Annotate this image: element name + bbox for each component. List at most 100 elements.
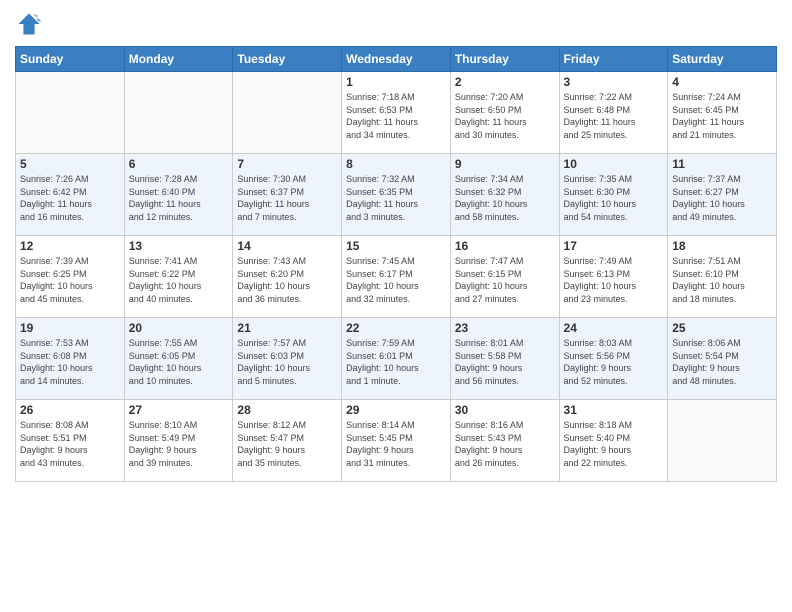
calendar-cell (668, 400, 777, 482)
calendar-cell: 24Sunrise: 8:03 AM Sunset: 5:56 PM Dayli… (559, 318, 668, 400)
day-info: Sunrise: 7:55 AM Sunset: 6:05 PM Dayligh… (129, 337, 229, 387)
weekday-header: Wednesday (342, 47, 451, 72)
calendar-cell: 16 Sunrise: 7:47 AM Sunset: 6:15 PM Dayli… (450, 236, 559, 318)
day-number: 9 (455, 157, 555, 171)
day-info: Sunrise: 7:39 AM Sunset: 6:25 PM Dayligh… (20, 255, 120, 305)
day-number: 31 (564, 403, 664, 417)
day-info: Sunrise: 8:18 AM Sunset: 5:40 PM Dayligh… (564, 419, 664, 469)
day-number: 23 (455, 321, 555, 335)
day-number: 11 (672, 157, 772, 171)
day-info: Sunrise: 7:41 AM Sunset: 6:22 PM Dayligh… (129, 255, 229, 305)
day-number: 30 (455, 403, 555, 417)
calendar-header-row: SundayMondayTuesdayWednesdayThursdayFrid… (16, 47, 777, 72)
day-info: Sunrise: 8:06 AM Sunset: 5:54 PM Dayligh… (672, 337, 772, 387)
calendar-cell: 8 Sunrise: 7:32 AM Sunset: 6:35 PM Daylig… (342, 154, 451, 236)
day-number: 3 (564, 75, 664, 89)
logo-icon (15, 10, 43, 38)
weekday-header: Thursday (450, 47, 559, 72)
day-number: 28 (237, 403, 337, 417)
day-number: 29 (346, 403, 446, 417)
calendar-cell: 31 Sunrise: 8:18 AM Sunset: 5:40 PM Dayli… (559, 400, 668, 482)
calendar-cell: 2 Sunrise: 7:20 AM Sunset: 6:50 PM Daylig… (450, 72, 559, 154)
day-info: Sunrise: 7:47 AM Sunset: 6:15 PM Dayligh… (455, 255, 555, 305)
day-number: 26 (20, 403, 120, 417)
weekday-header: Friday (559, 47, 668, 72)
day-number: 24 (564, 321, 664, 335)
day-number: 7 (237, 157, 337, 171)
calendar-cell (124, 72, 233, 154)
calendar-cell: 15 Sunrise: 7:45 AM Sunset: 6:17 PM Dayli… (342, 236, 451, 318)
calendar-cell (16, 72, 125, 154)
calendar-cell: 25 Sunrise: 8:06 AM Sunset: 5:54 PM Dayli… (668, 318, 777, 400)
calendar-cell: 10 Sunrise: 7:35 AM Sunset: 6:30 PM Dayli… (559, 154, 668, 236)
day-info: Sunrise: 8:01 AM Sunset: 5:58 PM Dayligh… (455, 337, 555, 387)
day-info: Sunrise: 7:35 AM Sunset: 6:30 PM Dayligh… (564, 173, 664, 223)
calendar-cell: 27Sunrise: 8:10 AM Sunset: 5:49 PM Dayli… (124, 400, 233, 482)
day-info: Sunrise: 7:45 AM Sunset: 6:17 PM Dayligh… (346, 255, 446, 305)
day-number: 2 (455, 75, 555, 89)
calendar-cell: 30 Sunrise: 8:16 AM Sunset: 5:43 PM Dayli… (450, 400, 559, 482)
day-info: Sunrise: 7:32 AM Sunset: 6:35 PM Dayligh… (346, 173, 446, 223)
calendar-cell: 7 Sunrise: 7:30 AM Sunset: 6:37 PM Daylig… (233, 154, 342, 236)
calendar-cell: 21Sunrise: 7:57 AM Sunset: 6:03 PM Dayli… (233, 318, 342, 400)
day-info: Sunrise: 8:16 AM Sunset: 5:43 PM Dayligh… (455, 419, 555, 469)
calendar-cell (233, 72, 342, 154)
calendar-cell: 4 Sunrise: 7:24 AM Sunset: 6:45 PM Daylig… (668, 72, 777, 154)
day-number: 4 (672, 75, 772, 89)
day-info: Sunrise: 7:43 AM Sunset: 6:20 PM Dayligh… (237, 255, 337, 305)
day-info: Sunrise: 7:30 AM Sunset: 6:37 PM Dayligh… (237, 173, 337, 223)
day-info: Sunrise: 7:34 AM Sunset: 6:32 PM Dayligh… (455, 173, 555, 223)
day-number: 17 (564, 239, 664, 253)
weekday-header: Sunday (16, 47, 125, 72)
day-info: Sunrise: 7:26 AM Sunset: 6:42 PM Dayligh… (20, 173, 120, 223)
calendar-cell: 5Sunrise: 7:26 AM Sunset: 6:42 PM Daylig… (16, 154, 125, 236)
logo (15, 10, 47, 38)
day-info: Sunrise: 8:12 AM Sunset: 5:47 PM Dayligh… (237, 419, 337, 469)
calendar-cell: 26 Sunrise: 8:08 AM Sunset: 5:51 PM Dayli… (16, 400, 125, 482)
day-number: 19 (20, 321, 120, 335)
calendar-week-row: 1Sunrise: 7:18 AM Sunset: 6:53 PM Daylig… (16, 72, 777, 154)
calendar-cell: 20 Sunrise: 7:55 AM Sunset: 6:05 PM Dayli… (124, 318, 233, 400)
calendar-cell: 11 Sunrise: 7:37 AM Sunset: 6:27 PM Dayli… (668, 154, 777, 236)
calendar-week-row: 12Sunrise: 7:39 AM Sunset: 6:25 PM Dayli… (16, 236, 777, 318)
calendar-week-row: 5Sunrise: 7:26 AM Sunset: 6:42 PM Daylig… (16, 154, 777, 236)
day-number: 22 (346, 321, 446, 335)
calendar-cell: 3 Sunrise: 7:22 AM Sunset: 6:48 PM Daylig… (559, 72, 668, 154)
calendar-cell: 18Sunrise: 7:51 AM Sunset: 6:10 PM Dayli… (668, 236, 777, 318)
day-number: 1 (346, 75, 446, 89)
day-number: 25 (672, 321, 772, 335)
day-info: Sunrise: 7:20 AM Sunset: 6:50 PM Dayligh… (455, 91, 555, 141)
calendar-cell: 12Sunrise: 7:39 AM Sunset: 6:25 PM Dayli… (16, 236, 125, 318)
day-number: 6 (129, 157, 229, 171)
calendar-cell: 29 Sunrise: 8:14 AM Sunset: 5:45 PM Dayli… (342, 400, 451, 482)
calendar-cell: 23 Sunrise: 8:01 AM Sunset: 5:58 PM Dayli… (450, 318, 559, 400)
calendar-cell: 1Sunrise: 7:18 AM Sunset: 6:53 PM Daylig… (342, 72, 451, 154)
calendar-cell: 19 Sunrise: 7:53 AM Sunset: 6:08 PM Dayli… (16, 318, 125, 400)
day-number: 10 (564, 157, 664, 171)
calendar-cell: 14 Sunrise: 7:43 AM Sunset: 6:20 PM Dayli… (233, 236, 342, 318)
day-number: 8 (346, 157, 446, 171)
day-info: Sunrise: 8:08 AM Sunset: 5:51 PM Dayligh… (20, 419, 120, 469)
day-info: Sunrise: 7:22 AM Sunset: 6:48 PM Dayligh… (564, 91, 664, 141)
day-info: Sunrise: 8:10 AM Sunset: 5:49 PM Dayligh… (129, 419, 229, 469)
day-info: Sunrise: 7:59 AM Sunset: 6:01 PM Dayligh… (346, 337, 446, 387)
calendar-cell: 22 Sunrise: 7:59 AM Sunset: 6:01 PM Dayli… (342, 318, 451, 400)
calendar-week-row: 26 Sunrise: 8:08 AM Sunset: 5:51 PM Dayli… (16, 400, 777, 482)
day-info: Sunrise: 8:14 AM Sunset: 5:45 PM Dayligh… (346, 419, 446, 469)
day-number: 13 (129, 239, 229, 253)
day-number: 21 (237, 321, 337, 335)
calendar-cell: 9 Sunrise: 7:34 AM Sunset: 6:32 PM Daylig… (450, 154, 559, 236)
calendar-cell: 17Sunrise: 7:49 AM Sunset: 6:13 PM Dayli… (559, 236, 668, 318)
day-number: 16 (455, 239, 555, 253)
day-info: Sunrise: 7:51 AM Sunset: 6:10 PM Dayligh… (672, 255, 772, 305)
day-info: Sunrise: 7:37 AM Sunset: 6:27 PM Dayligh… (672, 173, 772, 223)
day-number: 14 (237, 239, 337, 253)
day-number: 20 (129, 321, 229, 335)
day-info: Sunrise: 7:24 AM Sunset: 6:45 PM Dayligh… (672, 91, 772, 141)
calendar-cell: 13 Sunrise: 7:41 AM Sunset: 6:22 PM Dayli… (124, 236, 233, 318)
day-number: 15 (346, 239, 446, 253)
calendar-week-row: 19 Sunrise: 7:53 AM Sunset: 6:08 PM Dayli… (16, 318, 777, 400)
weekday-header: Tuesday (233, 47, 342, 72)
day-info: Sunrise: 7:53 AM Sunset: 6:08 PM Dayligh… (20, 337, 120, 387)
main-container: SundayMondayTuesdayWednesdayThursdayFrid… (0, 0, 792, 612)
